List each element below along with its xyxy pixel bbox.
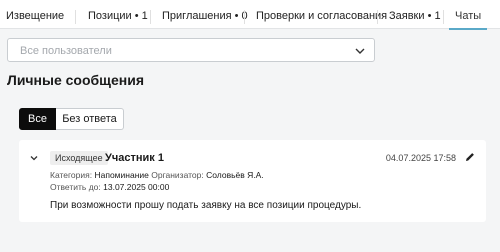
chevron-down-icon — [355, 48, 365, 54]
tab-divider — [443, 10, 444, 24]
category-label: Категория: — [50, 170, 93, 180]
tab-chats[interactable]: Чаты — [448, 0, 488, 30]
tab-positions[interactable]: Позиции • 1 — [88, 0, 148, 29]
tab-checks-approvals[interactable]: Проверки и согласования — [256, 0, 387, 29]
tab-divider — [377, 10, 378, 24]
tab-divider — [75, 10, 76, 24]
message-meta-category: Категория: Напоминание Организатор: Соло… — [50, 170, 264, 181]
filter-no-reply-button[interactable]: Без ответа — [56, 108, 124, 130]
message-card: Исходящее Участник 1 04.07.2025 17:58 Ка… — [19, 140, 486, 222]
tab-bids[interactable]: Заявки • 1 — [389, 0, 441, 29]
pencil-icon[interactable] — [464, 151, 476, 163]
message-meta-deadline: Ответить до: 13.07.2025 00:00 — [50, 182, 169, 193]
tab-notice[interactable]: Извещение — [6, 0, 64, 29]
page-title: Личные сообщения — [7, 72, 145, 88]
user-filter-placeholder: Все пользователи — [20, 45, 112, 57]
organizer-value: Соловьёв Я.А. — [206, 170, 264, 180]
participant-name: Участник 1 — [105, 152, 164, 164]
tab-bar: Извещение Позиции • 1 Приглашения • 0 Пр… — [0, 0, 500, 30]
chevron-down-icon[interactable] — [29, 153, 39, 163]
organizer-label: Организатор: — [151, 170, 204, 180]
reply-deadline-value: 13.07.2025 00:00 — [103, 182, 170, 192]
filter-all-button[interactable]: Все — [19, 108, 56, 130]
tab-invitations[interactable]: Приглашения • 0 — [162, 0, 248, 29]
reply-deadline-label: Ответить до: — [50, 182, 101, 192]
message-datetime: 04.07.2025 17:58 — [385, 153, 456, 163]
status-badge: Исходящее — [50, 151, 108, 165]
user-filter-select[interactable]: Все пользователи — [7, 38, 375, 62]
category-value: Напоминание — [94, 170, 149, 180]
tab-divider — [150, 10, 151, 24]
tab-divider — [244, 10, 245, 24]
message-text: При возможности прошу подать заявку на в… — [50, 200, 362, 211]
